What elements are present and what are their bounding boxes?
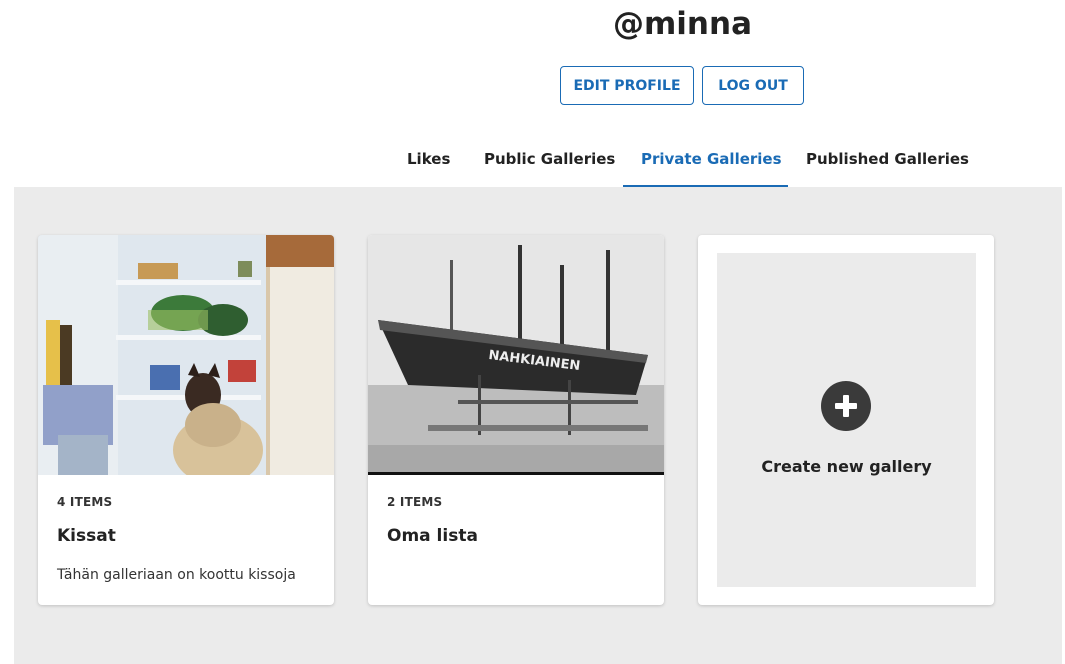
plus-circle-icon: [821, 381, 871, 431]
gallery-title: Oma lista: [387, 526, 478, 546]
gallery-card-kissat[interactable]: 4 ITEMS Kissat Tähän galleriaan on koott…: [38, 235, 334, 605]
gallery-item-count: 4 ITEMS: [57, 495, 113, 509]
gallery-thumbnail-ship: NAHKIAINEN: [368, 235, 664, 475]
gallery-description: Tähän galleriaan on koottu kissoja: [57, 567, 296, 583]
tab-private-galleries[interactable]: Private Galleries: [641, 150, 782, 168]
gallery-thumbnail-cat: [38, 235, 334, 475]
create-gallery-label: Create new gallery: [761, 457, 932, 476]
gallery-card-oma-lista[interactable]: NAHKIAINEN 2 ITEMS Oma lista: [368, 235, 664, 605]
gallery-title: Kissat: [57, 526, 116, 546]
gallery-tabs: Likes Public Galleries Private Galleries…: [0, 140, 1065, 188]
create-gallery-card[interactable]: Create new gallery: [698, 235, 994, 605]
tab-published-galleries[interactable]: Published Galleries: [806, 150, 969, 168]
tab-public-galleries[interactable]: Public Galleries: [484, 150, 615, 168]
profile-username: @minna: [613, 6, 752, 42]
edit-profile-button[interactable]: EDIT PROFILE: [560, 66, 694, 105]
tab-likes[interactable]: Likes: [407, 150, 450, 168]
gallery-item-count: 2 ITEMS: [387, 495, 443, 509]
log-out-button[interactable]: LOG OUT: [702, 66, 804, 105]
create-gallery-area[interactable]: Create new gallery: [717, 253, 976, 587]
